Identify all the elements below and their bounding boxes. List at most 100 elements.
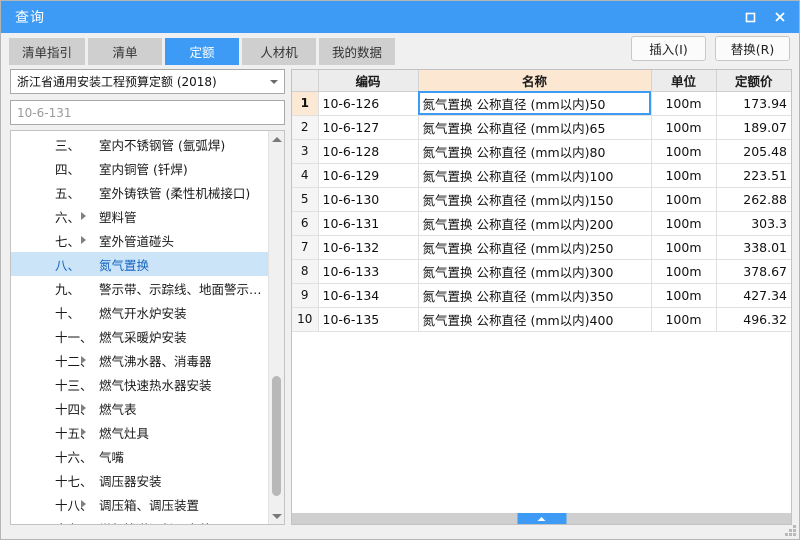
cell-price[interactable]: 303.3 bbox=[716, 211, 791, 236]
cell-code[interactable]: 10-6-131 bbox=[318, 211, 419, 236]
expand-arrow-icon[interactable] bbox=[81, 428, 86, 436]
cell-code[interactable]: 10-6-134 bbox=[318, 283, 419, 308]
tab-2[interactable]: 定额 bbox=[165, 38, 240, 65]
cell-unit[interactable]: 100m bbox=[651, 211, 717, 236]
tab-0[interactable]: 清单指引 bbox=[9, 38, 86, 65]
table-row[interactable]: 10 10-6-135 氮气置换 公称直径 (mm以内)400 100m 496.32 bbox=[292, 307, 791, 332]
cell-idx[interactable]: 5 bbox=[292, 187, 319, 212]
resize-grip[interactable] bbox=[784, 524, 797, 537]
tree-item[interactable]: 八、 氮气置换 bbox=[11, 252, 268, 276]
scroll-up-icon[interactable] bbox=[269, 131, 284, 147]
cell-code[interactable]: 10-6-135 bbox=[318, 307, 419, 332]
cell-name[interactable]: 氮气置换 公称直径 (mm以内)400 bbox=[418, 307, 652, 332]
cell-unit[interactable]: 100m bbox=[651, 235, 717, 260]
tab-4[interactable]: 我的数据 bbox=[319, 38, 396, 65]
tree-item[interactable]: 六、 塑料管 bbox=[11, 204, 268, 228]
column-header-unit[interactable]: 单位 bbox=[651, 70, 717, 92]
cell-name[interactable]: 氮气置换 公称直径 (mm以内)350 bbox=[418, 283, 652, 308]
cell-idx[interactable]: 9 bbox=[292, 283, 319, 308]
tab-3[interactable]: 人材机 bbox=[242, 38, 317, 65]
tree-item[interactable]: 四、 室内铜管 (钎焊) bbox=[11, 156, 268, 180]
tree-item[interactable]: 五、 室外铸铁管 (柔性机械接口) bbox=[11, 180, 268, 204]
cell-price[interactable]: 378.67 bbox=[716, 259, 791, 284]
cell-idx[interactable]: 3 bbox=[292, 139, 319, 164]
tab-1[interactable]: 清单 bbox=[88, 38, 163, 65]
cell-unit[interactable]: 100m bbox=[651, 187, 717, 212]
tree-item[interactable]: 十六、 气嘴 bbox=[11, 444, 268, 468]
table-row[interactable]: 7 10-6-132 氮气置换 公称直径 (mm以内)250 100m 338.01 bbox=[292, 235, 791, 260]
cell-price[interactable]: 223.51 bbox=[716, 163, 791, 188]
tree-item[interactable]: 十、 燃气开水炉安装 bbox=[11, 300, 268, 324]
cell-code[interactable]: 10-6-130 bbox=[318, 187, 419, 212]
cell-idx[interactable]: 6 bbox=[292, 211, 319, 236]
cell-code[interactable]: 10-6-129 bbox=[318, 163, 419, 188]
tree-item[interactable]: 十四、 燃气表 bbox=[11, 396, 268, 420]
column-header-code[interactable]: 编码 bbox=[318, 70, 419, 92]
cell-price[interactable]: 262.88 bbox=[716, 187, 791, 212]
table-row[interactable]: 5 10-6-130 氮气置换 公称直径 (mm以内)150 100m 262.88 bbox=[292, 187, 791, 212]
cell-idx[interactable]: 4 bbox=[292, 163, 319, 188]
tree-item[interactable]: 十八、 调压箱、调压装置 bbox=[11, 492, 268, 516]
expand-arrow-icon[interactable] bbox=[81, 500, 86, 508]
cell-name[interactable]: 氮气置换 公称直径 (mm以内)300 bbox=[418, 259, 652, 284]
cell-name[interactable]: 氮气置换 公称直径 (mm以内)80 bbox=[418, 139, 652, 164]
table-row[interactable]: 6 10-6-131 氮气置换 公称直径 (mm以内)200 100m 303.3 bbox=[292, 211, 791, 236]
table-row[interactable]: 3 10-6-128 氮气置换 公称直径 (mm以内)80 100m 205.48 bbox=[292, 139, 791, 164]
table-row[interactable]: 8 10-6-133 氮气置换 公称直径 (mm以内)300 100m 378.67 bbox=[292, 259, 791, 284]
tree-item[interactable]: 十九、燃气管道调长器安装 bbox=[11, 516, 268, 525]
cell-idx[interactable]: 8 bbox=[292, 259, 319, 284]
cell-idx[interactable]: 7 bbox=[292, 235, 319, 260]
expand-arrow-icon[interactable] bbox=[81, 356, 86, 364]
cell-unit[interactable]: 100m bbox=[651, 91, 717, 116]
cell-name[interactable]: 氮气置换 公称直径 (mm以内)250 bbox=[418, 235, 652, 260]
cell-unit[interactable]: 100m bbox=[651, 163, 717, 188]
table-row[interactable]: 2 10-6-127 氮气置换 公称直径 (mm以内)65 100m 189.07 bbox=[292, 115, 791, 140]
cell-name[interactable]: 氮气置换 公称直径 (mm以内)50 bbox=[418, 91, 652, 116]
tree-item[interactable]: 十一、 燃气采暖炉安装 bbox=[11, 324, 268, 348]
cell-unit[interactable]: 100m bbox=[651, 115, 717, 140]
cell-price[interactable]: 189.07 bbox=[716, 115, 791, 140]
tree-scrollbar[interactable] bbox=[268, 131, 284, 524]
cell-name[interactable]: 氮气置换 公称直径 (mm以内)65 bbox=[418, 115, 652, 140]
cell-name[interactable]: 氮气置换 公称直径 (mm以内)200 bbox=[418, 211, 652, 236]
cell-price[interactable]: 173.94 bbox=[716, 91, 791, 116]
table-row[interactable]: 4 10-6-129 氮气置换 公称直径 (mm以内)100 100m 223.51 bbox=[292, 163, 791, 188]
tree-item[interactable]: 三、 室内不锈钢管 (氩弧焊) bbox=[11, 132, 268, 156]
cell-name[interactable]: 氮气置换 公称直径 (mm以内)150 bbox=[418, 187, 652, 212]
tree-item[interactable]: 十七、 调压器安装 bbox=[11, 468, 268, 492]
cell-unit[interactable]: 100m bbox=[651, 139, 717, 164]
cell-code[interactable]: 10-6-126 bbox=[318, 91, 419, 116]
cell-unit[interactable]: 100m bbox=[651, 259, 717, 284]
cell-idx[interactable]: 1 bbox=[292, 91, 319, 116]
replace-button[interactable]: 替换(R) bbox=[715, 36, 790, 61]
insert-button[interactable]: 插入(I) bbox=[631, 36, 706, 61]
column-header-price[interactable]: 定额价 bbox=[716, 70, 791, 92]
column-header-name[interactable]: 名称 bbox=[418, 70, 652, 92]
search-input[interactable]: 10-6-131 bbox=[10, 100, 285, 125]
expand-arrow-icon[interactable] bbox=[81, 212, 86, 220]
cell-code[interactable]: 10-6-128 bbox=[318, 139, 419, 164]
tree-item[interactable]: 七、 室外管道碰头 bbox=[11, 228, 268, 252]
cell-unit[interactable]: 100m bbox=[651, 307, 717, 332]
maximize-icon[interactable] bbox=[735, 2, 765, 32]
cell-code[interactable]: 10-6-133 bbox=[318, 259, 419, 284]
cell-code[interactable]: 10-6-127 bbox=[318, 115, 419, 140]
cell-price[interactable]: 496.32 bbox=[716, 307, 791, 332]
cell-code[interactable]: 10-6-132 bbox=[318, 235, 419, 260]
cell-idx[interactable]: 2 bbox=[292, 115, 319, 140]
grid-horizontal-scrollbar[interactable] bbox=[292, 513, 791, 524]
cell-price[interactable]: 338.01 bbox=[716, 235, 791, 260]
cell-unit[interactable]: 100m bbox=[651, 283, 717, 308]
tree-item[interactable]: 九、 警示带、示踪线、地面警示… bbox=[11, 276, 268, 300]
tree-item[interactable]: 十五、 燃气灶具 bbox=[11, 420, 268, 444]
table-row[interactable]: 9 10-6-134 氮气置换 公称直径 (mm以内)350 100m 427.34 bbox=[292, 283, 791, 308]
panel-collapse-handle[interactable] bbox=[517, 513, 566, 524]
close-icon[interactable] bbox=[765, 2, 795, 32]
library-select[interactable]: 浙江省通用安装工程预算定额 (2018) bbox=[10, 69, 285, 94]
cell-name[interactable]: 氮气置换 公称直径 (mm以内)100 bbox=[418, 163, 652, 188]
tree-item[interactable]: 十二、 燃气沸水器、消毒器 bbox=[11, 348, 268, 372]
cell-price[interactable]: 205.48 bbox=[716, 139, 791, 164]
scroll-down-icon[interactable] bbox=[269, 508, 284, 524]
column-header-index[interactable] bbox=[292, 70, 319, 92]
expand-arrow-icon[interactable] bbox=[81, 404, 86, 412]
